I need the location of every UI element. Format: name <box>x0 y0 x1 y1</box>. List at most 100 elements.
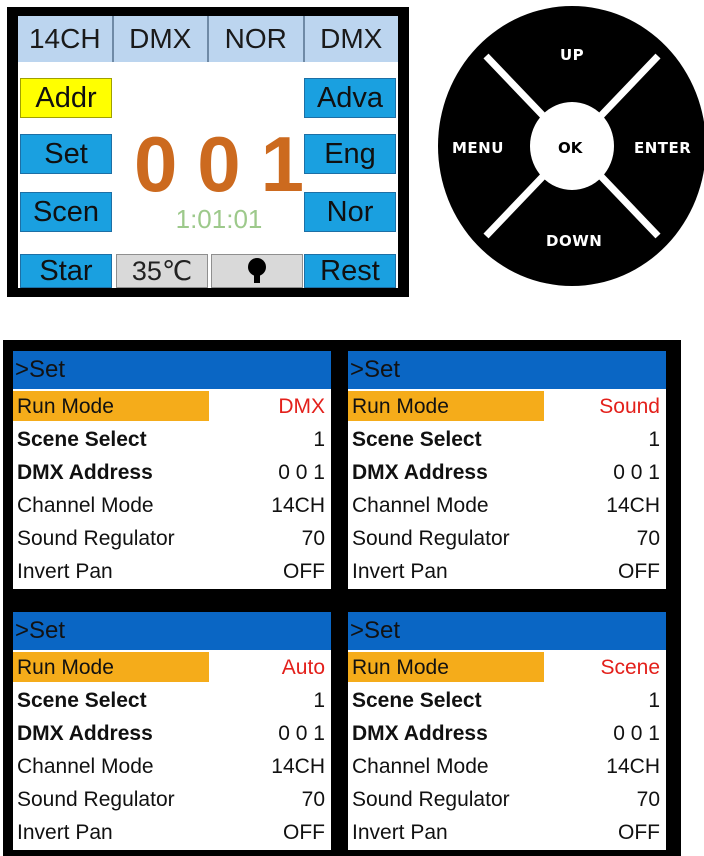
main-display: 14CH DMX NOR DMX Addr Set Scen Adva Eng … <box>7 7 409 297</box>
menu-row-dmx-address[interactable]: DMX Address 0 0 1 <box>348 718 666 750</box>
row-label: Sound Regulator <box>17 788 175 811</box>
row-label: Run Mode <box>352 656 449 679</box>
row-label: Scene Select <box>17 428 147 451</box>
eng-button[interactable]: Eng <box>304 134 396 174</box>
lamp-icon <box>248 258 266 283</box>
menu-row-scene-select[interactable]: Scene Select 1 <box>13 424 331 456</box>
set-panel-auto: >Set Run Mode Auto Scene Select 1 DMX Ad… <box>13 612 331 850</box>
menu-key[interactable]: MENU <box>452 139 504 157</box>
menu-row-run-mode[interactable]: Run Mode Scene <box>348 652 666 684</box>
row-value: 70 <box>301 788 325 811</box>
menu-row-scene-select[interactable]: Scene Select 1 <box>348 685 666 717</box>
set-panel-sound: >Set Run Mode Sound Scene Select 1 DMX A… <box>348 351 666 589</box>
menu-row-sound-regulator[interactable]: Sound Regulator 70 <box>348 784 666 816</box>
row-label: Run Mode <box>17 395 114 418</box>
menu-row-scene-select[interactable]: Scene Select 1 <box>348 424 666 456</box>
status-header: 14CH DMX NOR DMX <box>18 16 398 62</box>
row-value: OFF <box>283 821 325 844</box>
menu-row-sound-regulator[interactable]: Sound Regulator 70 <box>348 523 666 555</box>
row-label: Invert Pan <box>352 560 448 583</box>
row-label: Channel Mode <box>352 494 489 517</box>
main-display-screen: 14CH DMX NOR DMX Addr Set Scen Adva Eng … <box>18 16 398 288</box>
header-channel-mode: 14CH <box>18 16 114 62</box>
menu-row-run-mode[interactable]: Run Mode Auto <box>13 652 331 684</box>
row-label: DMX Address <box>17 461 153 484</box>
set-panel-dmx: >Set Run Mode DMX Scene Select 1 DMX Add… <box>13 351 331 589</box>
panel-title: >Set <box>13 351 331 389</box>
up-key[interactable]: UP <box>560 46 584 64</box>
ok-key[interactable]: OK <box>558 139 582 157</box>
down-key[interactable]: DOWN <box>546 232 602 250</box>
menu-row-channel-mode[interactable]: Channel Mode 14CH <box>348 751 666 783</box>
menu-row-sound-regulator[interactable]: Sound Regulator 70 <box>13 523 331 555</box>
scen-button[interactable]: Scen <box>20 192 112 232</box>
row-label: Channel Mode <box>17 494 154 517</box>
row-value: Auto <box>281 656 325 679</box>
menu-row-invert-pan[interactable]: Invert Pan OFF <box>348 817 666 849</box>
row-label: Channel Mode <box>17 755 154 778</box>
row-label: Sound Regulator <box>352 788 510 811</box>
row-label: Run Mode <box>352 395 449 418</box>
enter-key[interactable]: ENTER <box>634 139 691 157</box>
row-label: Scene Select <box>17 689 147 712</box>
row-value: 1 <box>313 428 325 451</box>
temperature-readout: 35℃ <box>116 254 208 288</box>
row-label: Invert Pan <box>352 821 448 844</box>
star-button[interactable]: Star <box>20 254 112 288</box>
row-value: 14CH <box>271 755 325 778</box>
menu-row-sound-regulator[interactable]: Sound Regulator 70 <box>13 784 331 816</box>
address-digit-ones: 1 <box>260 119 304 208</box>
header-run-mode: DMX <box>114 16 209 62</box>
row-label: DMX Address <box>17 722 153 745</box>
row-value: 14CH <box>271 494 325 517</box>
menu-row-channel-mode[interactable]: Channel Mode 14CH <box>13 751 331 783</box>
row-label: DMX Address <box>352 461 488 484</box>
menu-row-scene-select[interactable]: Scene Select 1 <box>13 685 331 717</box>
row-label: Channel Mode <box>352 755 489 778</box>
addr-button[interactable]: Addr <box>20 78 112 118</box>
row-value: Scene <box>600 656 660 679</box>
set-button[interactable]: Set <box>20 134 112 174</box>
row-value: 1 <box>648 689 660 712</box>
panel-title: >Set <box>348 612 666 650</box>
run-timer: 1:01:01 <box>175 204 263 234</box>
row-label: Run Mode <box>17 656 114 679</box>
row-value: 70 <box>636 788 660 811</box>
lamp-status <box>211 254 303 288</box>
menu-row-channel-mode[interactable]: Channel Mode 14CH <box>13 490 331 522</box>
menu-row-invert-pan[interactable]: Invert Pan OFF <box>13 556 331 588</box>
address-digit-tens: 0 <box>197 119 241 208</box>
row-label: DMX Address <box>352 722 488 745</box>
menu-row-run-mode[interactable]: Run Mode Sound <box>348 391 666 423</box>
row-label: Invert Pan <box>17 821 113 844</box>
menu-row-invert-pan[interactable]: Invert Pan OFF <box>13 817 331 849</box>
row-value: 0 0 1 <box>613 461 660 484</box>
navigation-dpad: UP MENU ENTER DOWN OK <box>436 4 704 288</box>
address-digit-hundreds: 0 <box>134 119 178 208</box>
bottom-bar: Star 35℃ Rest <box>18 254 398 288</box>
row-value: 70 <box>301 527 325 550</box>
menu-row-run-mode[interactable]: Run Mode DMX <box>13 391 331 423</box>
panel-title: >Set <box>13 612 331 650</box>
nor-button[interactable]: Nor <box>304 192 396 232</box>
adva-button[interactable]: Adva <box>304 78 396 118</box>
row-label: Sound Regulator <box>352 527 510 550</box>
row-value: DMX <box>278 395 325 418</box>
row-label: Invert Pan <box>17 560 113 583</box>
menu-row-channel-mode[interactable]: Channel Mode 14CH <box>348 490 666 522</box>
menu-row-dmx-address[interactable]: DMX Address 0 0 1 <box>348 457 666 489</box>
panel-title: >Set <box>348 351 666 389</box>
row-value: 14CH <box>606 494 660 517</box>
row-value: OFF <box>618 560 660 583</box>
row-value: Sound <box>599 395 660 418</box>
row-value: OFF <box>618 821 660 844</box>
menu-row-dmx-address[interactable]: DMX Address 0 0 1 <box>13 457 331 489</box>
row-value: 0 0 1 <box>613 722 660 745</box>
row-label: Scene Select <box>352 689 482 712</box>
rest-button[interactable]: Rest <box>304 254 396 288</box>
menu-row-invert-pan[interactable]: Invert Pan OFF <box>348 556 666 588</box>
header-signal: DMX <box>320 23 383 54</box>
header-scene-mode: NOR <box>209 16 305 62</box>
menu-row-dmx-address[interactable]: DMX Address 0 0 1 <box>13 718 331 750</box>
set-menu-screens: >Set Run Mode DMX Scene Select 1 DMX Add… <box>3 340 681 856</box>
